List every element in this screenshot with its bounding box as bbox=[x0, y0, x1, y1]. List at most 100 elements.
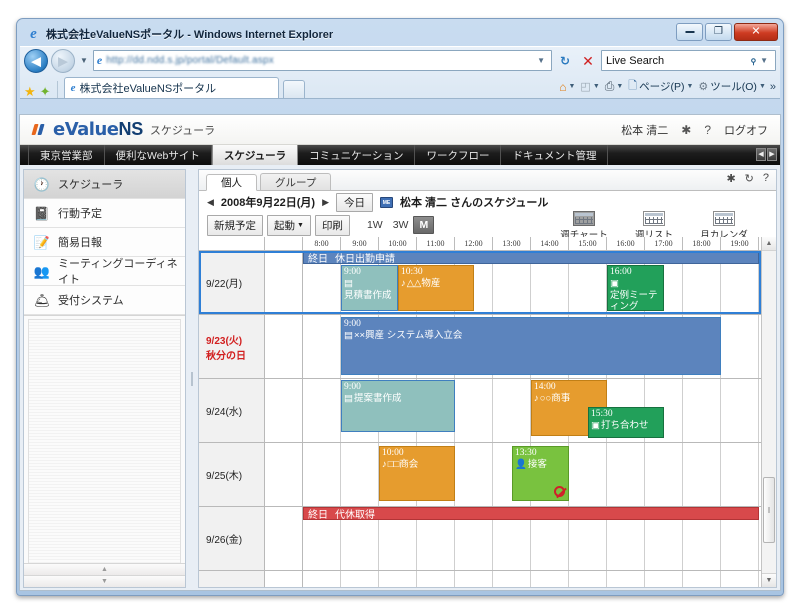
schedule-row[interactable]: 9/26(金) 終日 代休取得 bbox=[199, 507, 761, 571]
chevron-down-icon[interactable]: ▼ bbox=[759, 83, 766, 90]
chevron-down-icon[interactable]: ▼ bbox=[616, 83, 623, 90]
chevron-down-icon[interactable]: ▼ bbox=[593, 83, 600, 90]
feeds-button[interactable]: ◰ ▼ bbox=[578, 80, 601, 93]
grid-vertical-scrollbar[interactable]: ▲ ▼ bbox=[761, 237, 776, 587]
forward-button[interactable]: ▶ bbox=[51, 48, 75, 73]
history-dropdown-icon[interactable]: ▼ bbox=[80, 56, 88, 65]
scroll-up-icon[interactable]: ▲ bbox=[762, 237, 776, 251]
logo-ns-text: NS bbox=[118, 119, 144, 139]
page-menu-button[interactable]: 🗋 ページ(P) ▼ bbox=[626, 77, 695, 96]
help-icon[interactable]: ? bbox=[763, 172, 769, 185]
search-input[interactable]: Live Search ⌕ ▼ bbox=[601, 50, 776, 71]
next-period-button[interactable]: ▶ bbox=[322, 197, 329, 208]
schedule-row[interactable]: 9/22(月) 終日 休日出勤申請 9:00 ▤ 見積書作成 10:30 ♪ △… bbox=[199, 251, 761, 315]
chevron-down-icon[interactable]: ▼ bbox=[568, 83, 575, 90]
nav-scroll-left-icon[interactable]: ◀ bbox=[756, 148, 766, 161]
sidebar-scroll-down-icon[interactable]: ▼ bbox=[24, 575, 185, 587]
sidebar-item-action-plan[interactable]: 📓 行動予定 bbox=[24, 199, 185, 228]
row-body[interactable] bbox=[265, 571, 761, 587]
sidebar-item-reception-system[interactable]: 🛎 受付システム bbox=[24, 286, 185, 315]
refresh-button[interactable]: ↻ bbox=[555, 50, 575, 71]
scrollbar-thumb[interactable] bbox=[763, 477, 775, 543]
stop-button[interactable]: ✕ bbox=[578, 50, 598, 71]
new-tab-button[interactable] bbox=[282, 80, 305, 98]
nav-tab-websites[interactable]: 便利なWebサイト bbox=[105, 145, 212, 165]
allday-event[interactable]: 終日 休日出勤申請 bbox=[303, 251, 759, 265]
event-block[interactable]: 13:30 👤 接客 bbox=[512, 446, 569, 501]
sidebar-item-daily-report[interactable]: 📝 簡易日報 bbox=[24, 228, 185, 257]
schedule-row[interactable]: 9/25(木) 10:00 ♪ □□商会 13:30 👤 接客 bbox=[199, 443, 761, 507]
event-title: ○○商事 bbox=[539, 393, 571, 404]
gear-icon[interactable]: ✱ bbox=[726, 172, 735, 185]
address-dropdown-icon[interactable]: ▼ bbox=[534, 56, 548, 65]
logoff-link[interactable]: ログオフ bbox=[724, 122, 768, 138]
row-date-text: 9/23(火) bbox=[206, 335, 243, 347]
row-body[interactable]: 9:00 ▤ 提案書作成 14:00 ♪ ○○商事 15:30 ▣ 打ち合わせ bbox=[265, 379, 761, 442]
sidebar-item-scheduler[interactable]: 🕐 スケジューラ bbox=[24, 170, 185, 199]
minimize-button[interactable] bbox=[676, 23, 703, 41]
event-block[interactable]: 9:00 ▤ 見積書作成 bbox=[341, 265, 398, 311]
nav-tab-scheduler[interactable]: スケジューラ bbox=[211, 145, 299, 165]
event-block[interactable]: 16:00 ▣ 定例ミーティング bbox=[607, 265, 664, 311]
home-button[interactable]: ⌂ ▼ bbox=[557, 80, 577, 94]
browser-tab[interactable]: e 株式会社eValueNSポータル bbox=[63, 77, 279, 98]
refresh-icon[interactable]: ↻ bbox=[745, 172, 754, 185]
row-body[interactable]: 9:00 ▤ ××興産 システム導入立会 bbox=[265, 315, 761, 378]
event-time: 13:30 bbox=[515, 448, 537, 458]
tab-group[interactable]: グループ bbox=[260, 173, 332, 190]
event-block[interactable]: 9:00 ▤ ××興産 システム導入立会 bbox=[341, 317, 721, 375]
row-body[interactable]: 終日 休日出勤申請 9:00 ▤ 見積書作成 10:30 ♪ △△物産 16:0… bbox=[265, 251, 761, 314]
help-icon[interactable]: ? bbox=[704, 123, 711, 137]
range-3w-button[interactable]: 3W bbox=[388, 217, 414, 233]
nav-tab-communication[interactable]: コミュニケーション bbox=[298, 145, 416, 165]
chevron-down-icon[interactable]: ▼ bbox=[686, 83, 693, 90]
app-subtitle: スケジューラ bbox=[149, 124, 216, 137]
settings-gear-icon[interactable]: ✱ bbox=[681, 123, 691, 137]
meeting-icon: ▣ bbox=[610, 278, 619, 289]
new-schedule-button[interactable]: 新規予定 bbox=[207, 214, 263, 236]
print-button[interactable]: 印刷 bbox=[314, 214, 350, 236]
today-button[interactable]: 今日 bbox=[336, 192, 373, 212]
launch-button[interactable]: 起動 ▼ bbox=[267, 214, 311, 236]
prev-period-button[interactable]: ◀ bbox=[207, 197, 214, 208]
nav-tab-workflow[interactable]: ワークフロー bbox=[415, 145, 502, 165]
event-title-row: ▤ ××興産 システム導入立会 bbox=[344, 330, 718, 341]
schedule-row[interactable]: 9/23(火) 秋分の日 9:00 ▤ ××興産 システム導入立会 bbox=[199, 315, 761, 379]
schedule-row[interactable] bbox=[199, 571, 761, 587]
tools-menu-button[interactable]: ⚙ ツール(O) ▼ bbox=[696, 79, 767, 94]
nav-scroll-right-icon[interactable]: ▶ bbox=[767, 148, 777, 161]
back-button[interactable]: ◀ bbox=[24, 48, 48, 73]
allday-title: 休日出勤申請 bbox=[335, 254, 395, 265]
week-list-icon bbox=[643, 211, 665, 226]
row-body[interactable]: 終日 代休取得 bbox=[265, 507, 761, 570]
event-block[interactable]: 10:30 ♪ △△物産 bbox=[398, 265, 474, 311]
book-icon: 📓 bbox=[33, 205, 51, 221]
close-button[interactable]: ✕ bbox=[734, 23, 778, 41]
row-date-label: 9/26(金) bbox=[199, 507, 265, 570]
address-input[interactable]: e http://dd.ndd.s.jp/portal/Default.aspx… bbox=[92, 50, 552, 71]
favorites-star-icon[interactable]: ★ bbox=[24, 85, 36, 98]
range-month-button[interactable]: M bbox=[413, 216, 435, 234]
overflow-icon[interactable]: » bbox=[769, 81, 776, 93]
row-body[interactable]: 10:00 ♪ □□商会 13:30 👤 接客 bbox=[265, 443, 761, 506]
event-title: △△物産 bbox=[406, 278, 441, 289]
sidebar-scroll-up-icon[interactable]: ▲ bbox=[24, 563, 185, 575]
print-button[interactable]: ⎙ ▼ bbox=[603, 79, 626, 94]
nav-tab-tokyo-sales[interactable]: 東京営業部 bbox=[28, 145, 105, 165]
range-1w-button[interactable]: 1W bbox=[362, 217, 388, 233]
tab-personal[interactable]: 個人 bbox=[206, 174, 257, 191]
scroll-down-icon[interactable]: ▼ bbox=[762, 573, 776, 587]
schedule-row[interactable]: 9/24(水) 9:00 ▤ 提案書作成 14:00 ♪ ○○商事 15:30 … bbox=[199, 379, 761, 443]
allday-event[interactable]: 終日 代休取得 bbox=[303, 507, 759, 521]
panel-splitter[interactable] bbox=[190, 169, 194, 588]
event-title-row: ▣ 打ち合わせ bbox=[591, 420, 661, 431]
event-block[interactable]: 9:00 ▤ 提案書作成 bbox=[341, 380, 455, 432]
event-block[interactable]: 15:30 ▣ 打ち合わせ bbox=[588, 407, 664, 438]
event-block[interactable]: 10:00 ♪ □□商会 bbox=[379, 446, 455, 501]
time-slot-label: 10:00 bbox=[379, 237, 417, 250]
add-favorite-icon[interactable]: ✦ bbox=[40, 85, 51, 98]
maximize-button[interactable]: ❐ bbox=[705, 23, 732, 41]
sidebar-item-meeting-coordinate[interactable]: 👥 ミーティングコーディネイト bbox=[24, 257, 185, 286]
phone-icon: ♪ bbox=[382, 459, 387, 470]
nav-tab-document-management[interactable]: ドキュメント管理 bbox=[501, 145, 609, 165]
